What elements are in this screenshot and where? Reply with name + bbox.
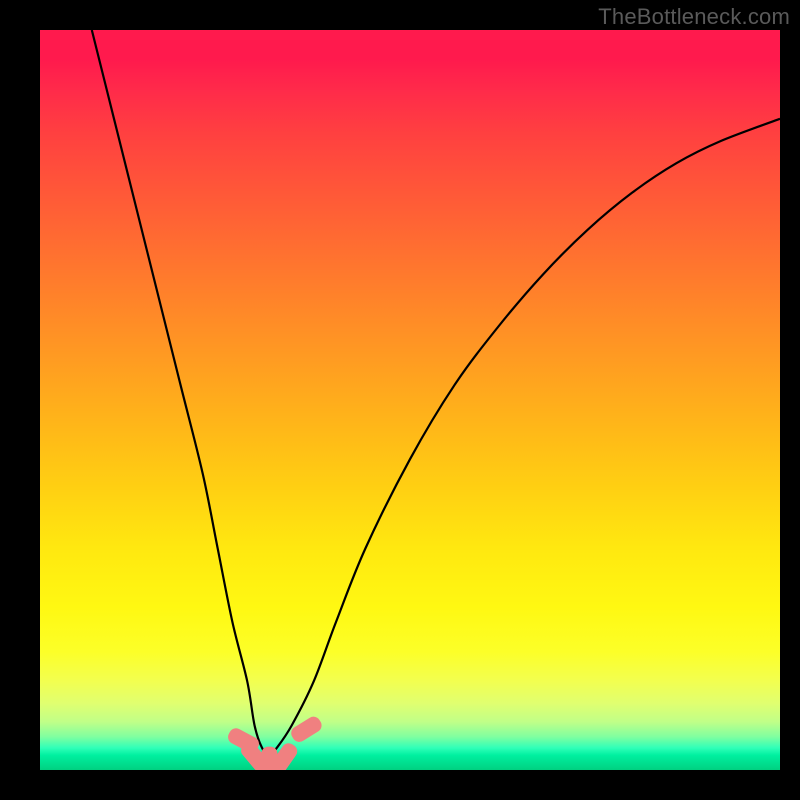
chart-frame: TheBottleneck.com bbox=[0, 0, 800, 800]
trough-markers bbox=[226, 714, 325, 770]
plot-area bbox=[40, 30, 780, 770]
curve-path bbox=[92, 30, 780, 755]
bottleneck-curve bbox=[40, 30, 780, 770]
watermark-text: TheBottleneck.com bbox=[598, 4, 790, 30]
trough-marker bbox=[289, 714, 325, 745]
